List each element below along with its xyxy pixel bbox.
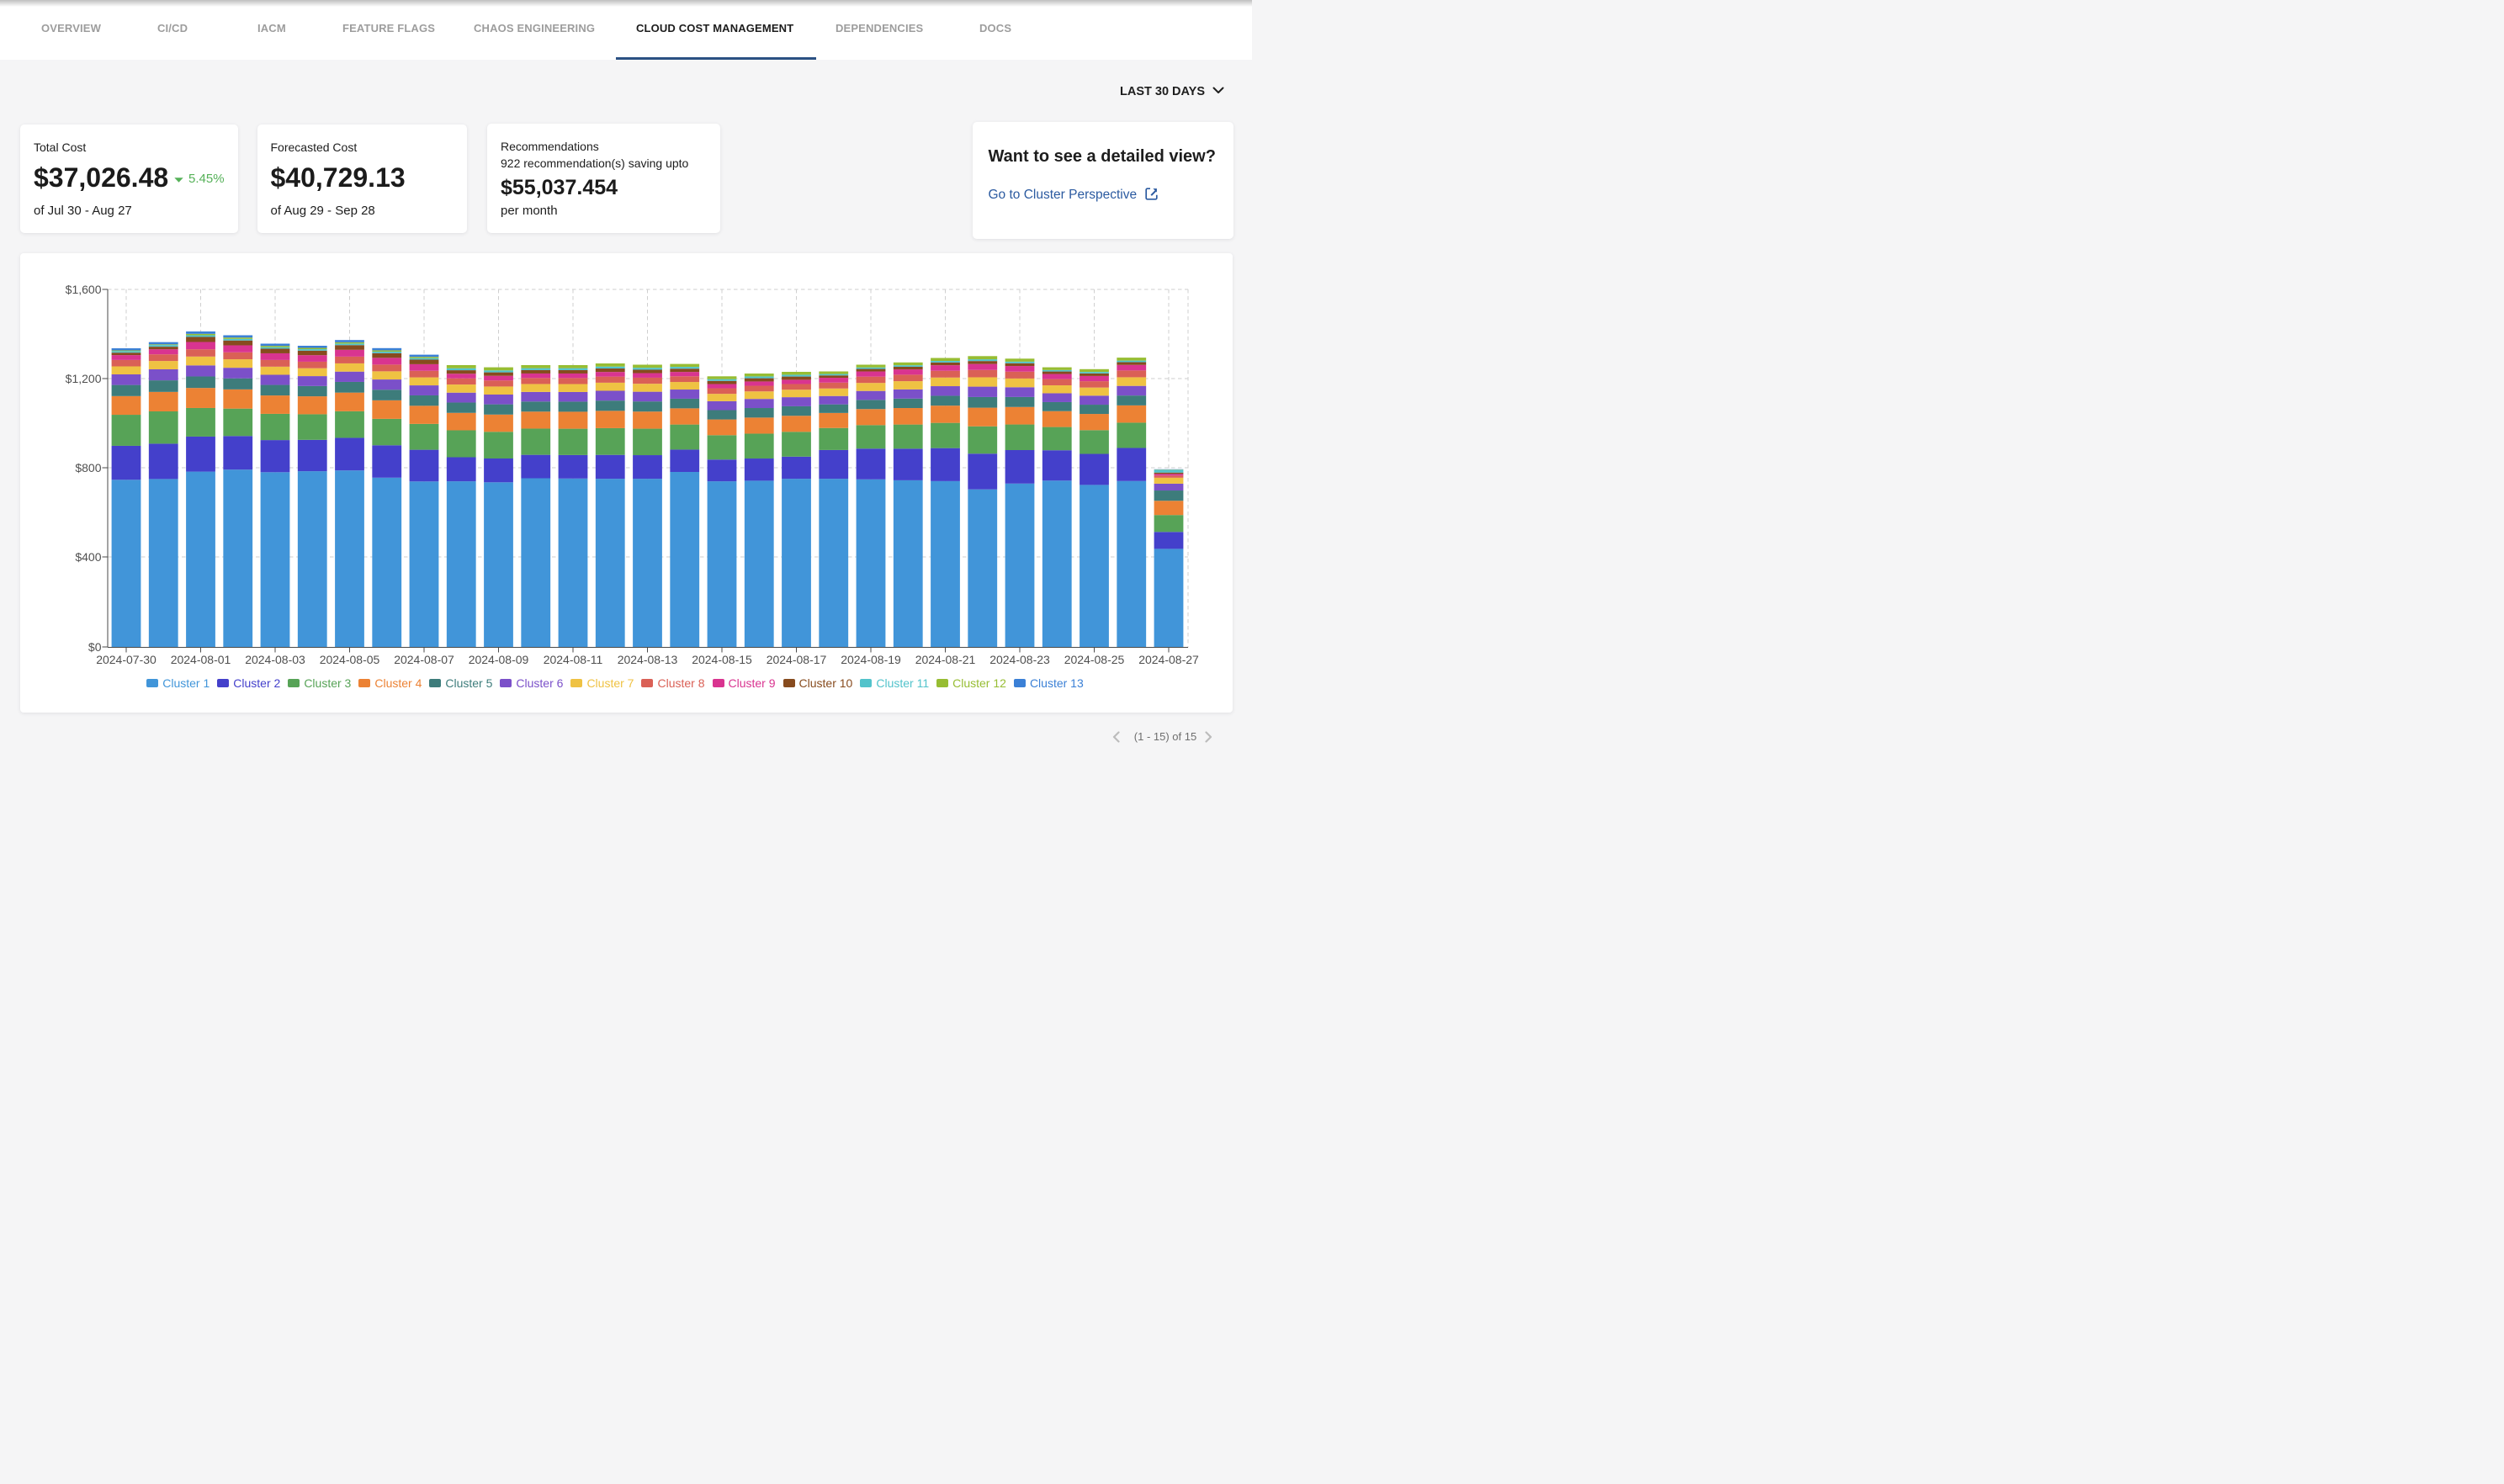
- svg-text:2024-08-25: 2024-08-25: [1064, 653, 1125, 666]
- svg-text:$0: $0: [88, 640, 102, 654]
- svg-text:2024-08-09: 2024-08-09: [469, 653, 529, 666]
- svg-text:2024-08-03: 2024-08-03: [245, 653, 305, 666]
- svg-text:2024-08-05: 2024-08-05: [320, 653, 380, 666]
- svg-text:2024-08-23: 2024-08-23: [989, 653, 1050, 666]
- svg-text:$1,200: $1,200: [66, 372, 102, 385]
- svg-text:2024-08-21: 2024-08-21: [915, 653, 976, 666]
- svg-text:2024-08-01: 2024-08-01: [171, 653, 231, 666]
- svg-text:2024-08-17: 2024-08-17: [767, 653, 827, 666]
- svg-text:2024-08-27: 2024-08-27: [1138, 653, 1199, 666]
- svg-text:2024-08-15: 2024-08-15: [692, 653, 752, 666]
- svg-text:$1,600: $1,600: [66, 283, 102, 296]
- svg-text:2024-08-11: 2024-08-11: [544, 653, 603, 666]
- svg-text:2024-07-30: 2024-07-30: [96, 653, 156, 666]
- svg-text:2024-08-13: 2024-08-13: [618, 653, 678, 666]
- svg-text:$800: $800: [75, 461, 101, 474]
- svg-text:2024-08-07: 2024-08-07: [394, 653, 454, 666]
- svg-text:$400: $400: [75, 550, 101, 564]
- svg-text:2024-08-19: 2024-08-19: [841, 653, 901, 666]
